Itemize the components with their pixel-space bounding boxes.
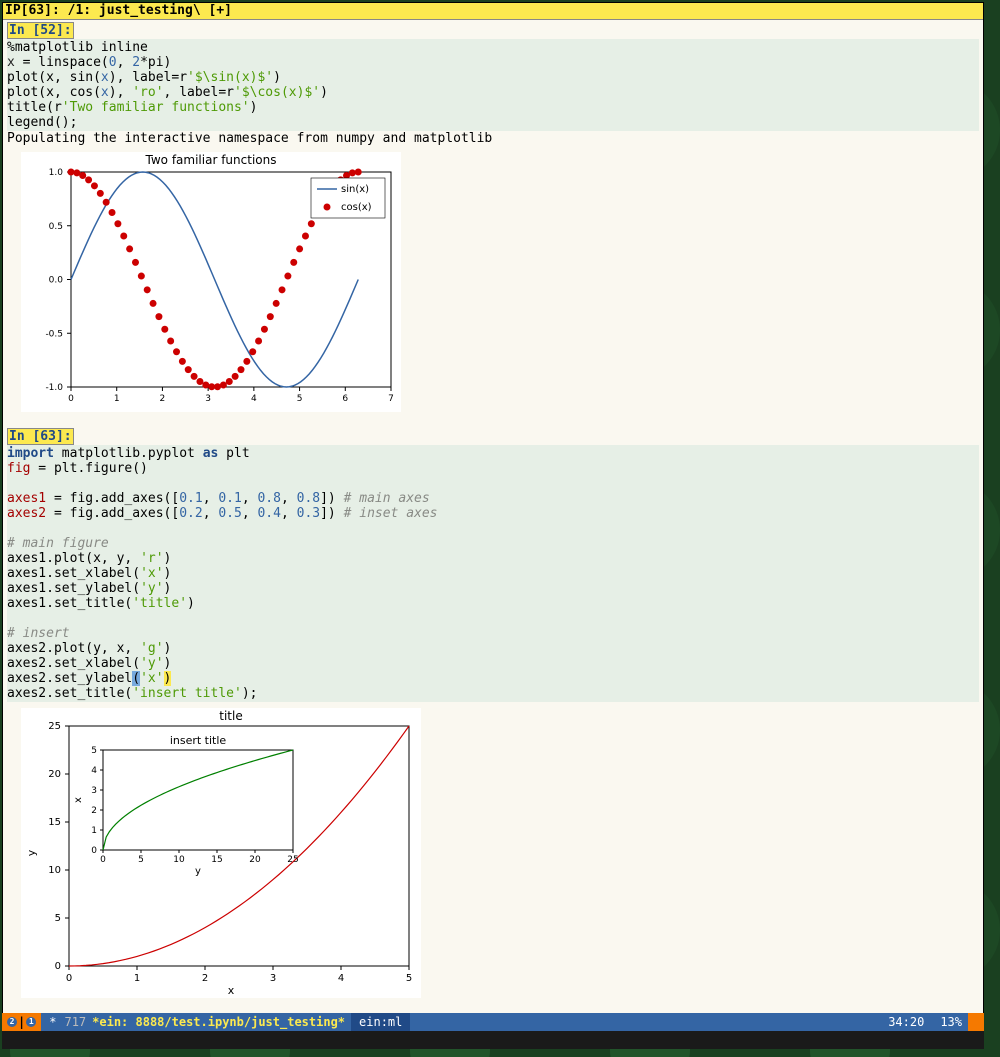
svg-text:0.0: 0.0 <box>49 276 64 286</box>
svg-text:cos(x): cos(x) <box>341 202 372 213</box>
svg-text:4: 4 <box>91 766 97 776</box>
editor-frame: IP[63]: /1: just_testing\ [+] In [52]: %… <box>2 2 984 1037</box>
svg-text:3: 3 <box>205 394 211 404</box>
svg-text:5: 5 <box>91 746 97 756</box>
svg-text:6: 6 <box>342 394 348 404</box>
svg-text:0: 0 <box>100 855 106 865</box>
svg-text:3: 3 <box>270 973 276 984</box>
svg-text:3: 3 <box>91 786 97 796</box>
modeline-modified: * <box>49 1013 56 1031</box>
cell-1-plot: Two familiar functions 0 1 2 3 4 5 6 7 -1.0 -0.5 0.… <box>7 146 979 426</box>
svg-text:5: 5 <box>406 973 412 984</box>
chart-two-familiar: Two familiar functions 0 1 2 3 4 5 6 7 -1.0 -0.5 0.… <box>21 152 401 412</box>
svg-text:20: 20 <box>48 769 61 780</box>
modeline-endcap <box>968 1013 984 1031</box>
svg-text:1.0: 1.0 <box>49 168 64 178</box>
svg-text:1: 1 <box>114 394 120 404</box>
modeline-cursor-pos: 34:20 <box>878 1013 934 1031</box>
cell-1-code[interactable]: %matplotlib inline x = linspace(0, 2*pi)… <box>7 39 979 131</box>
modeline-count: 717 <box>64 1013 86 1031</box>
svg-text:4: 4 <box>338 973 344 984</box>
svg-text:5: 5 <box>297 394 303 404</box>
cell-1[interactable]: In [52]: %matplotlib inline x = linspace… <box>3 20 983 426</box>
svg-text:0: 0 <box>68 394 74 404</box>
svg-text:15: 15 <box>211 855 222 865</box>
svg-text:2: 2 <box>202 973 208 984</box>
svg-text:-0.5: -0.5 <box>45 329 63 339</box>
svg-text:title: title <box>219 709 242 723</box>
svg-text:0: 0 <box>55 961 61 972</box>
modeline-mode: ein:ml <box>351 1013 410 1031</box>
svg-text:x: x <box>73 797 84 803</box>
svg-text:5: 5 <box>55 913 61 924</box>
svg-text:25: 25 <box>287 855 298 865</box>
svg-text:5: 5 <box>138 855 144 865</box>
svg-text:2: 2 <box>160 394 166 404</box>
cell-2[interactable]: In [63]: import matplotlib.pyplot as plt… <box>3 426 983 1012</box>
cell-1-output-text: Populating the interactive namespace fro… <box>7 131 979 146</box>
svg-text:20: 20 <box>249 855 261 865</box>
svg-text:sin(x): sin(x) <box>341 184 369 195</box>
cell-2-code[interactable]: import matplotlib.pyplot as plt fig = pl… <box>7 445 979 702</box>
svg-text:10: 10 <box>173 855 185 865</box>
svg-text:2: 2 <box>91 806 97 816</box>
modeline: 2|1 * 717 *ein: 8888/test.ipynb/just_tes… <box>2 1013 984 1031</box>
svg-text:1: 1 <box>134 973 140 984</box>
svg-text:25: 25 <box>48 721 61 732</box>
emacs-titlebar: IP[63]: /1: just_testing\ [+] <box>3 3 983 20</box>
cell-2-plot: title0123450510152025xyinsert title05101… <box>7 702 979 1012</box>
svg-text:10: 10 <box>48 865 61 876</box>
svg-text:Two familiar functions: Two familiar functions <box>145 153 277 167</box>
svg-text:7: 7 <box>388 394 394 404</box>
modeline-file: *ein: 8888/test.ipynb/just_testing* <box>86 1013 351 1031</box>
modeline-badge: 2|1 <box>2 1013 41 1031</box>
chart-inset: title0123450510152025xyinsert title05101… <box>21 708 421 998</box>
svg-text:insert title: insert title <box>170 734 227 747</box>
svg-text:x: x <box>228 984 235 997</box>
svg-text:4: 4 <box>251 394 257 404</box>
svg-text:15: 15 <box>48 817 61 828</box>
svg-text:0.5: 0.5 <box>49 222 63 232</box>
svg-text:y: y <box>195 866 201 877</box>
svg-text:0: 0 <box>91 846 97 856</box>
svg-text:y: y <box>25 849 38 856</box>
minibuffer[interactable] <box>2 1031 984 1049</box>
svg-text:-1.0: -1.0 <box>45 383 63 393</box>
modeline-pct: 13% <box>934 1013 968 1031</box>
cell-1-prompt: In [52]: <box>7 22 74 39</box>
svg-text:0: 0 <box>66 973 72 984</box>
svg-text:1: 1 <box>91 826 97 836</box>
titlebar-text: IP[63]: /1: just_testing\ [+] <box>5 3 232 18</box>
cell-2-prompt: In [63]: <box>7 428 74 445</box>
